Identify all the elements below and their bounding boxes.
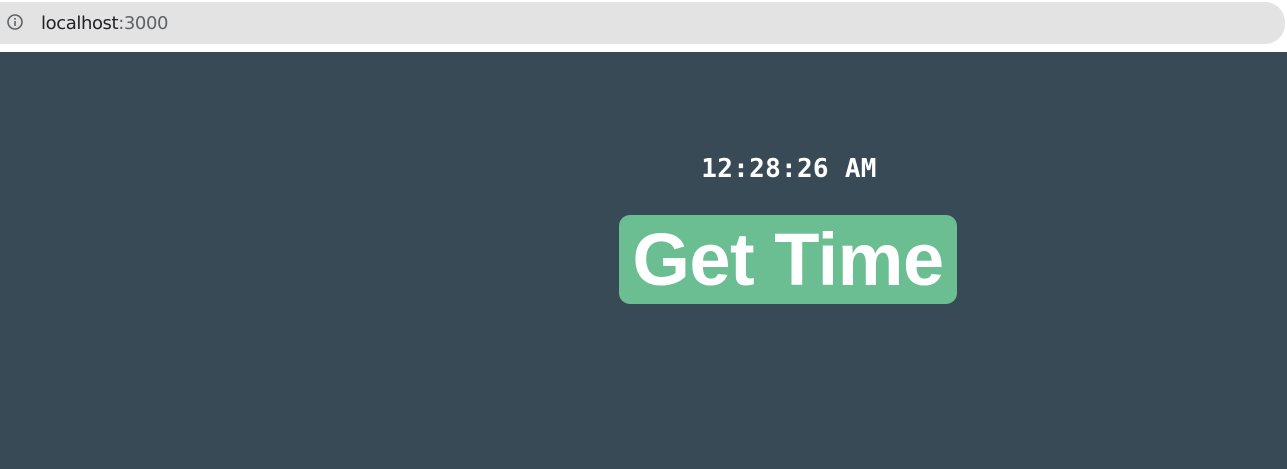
url-text[interactable]: localhost:3000 xyxy=(41,13,168,35)
page-content: 12:28:26 AM Get Time xyxy=(0,52,1287,469)
time-display: 12:28:26 AM xyxy=(701,154,877,184)
info-icon[interactable] xyxy=(7,14,23,30)
url-host: localhost xyxy=(41,13,119,34)
address-bar[interactable]: localhost:3000 xyxy=(0,2,1285,44)
get-time-button[interactable]: Get Time xyxy=(619,215,957,304)
url-port: :3000 xyxy=(118,13,169,34)
browser-toolbar: localhost:3000 xyxy=(0,0,1287,52)
